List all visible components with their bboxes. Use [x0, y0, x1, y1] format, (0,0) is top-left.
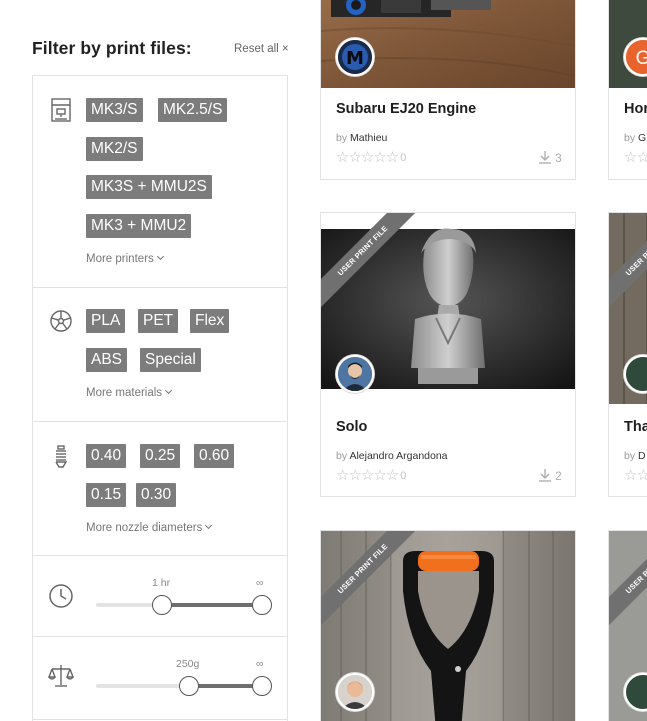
author-link[interactable]: D [638, 450, 646, 462]
time-min-label: 1 hr [152, 577, 171, 589]
svg-text:M: M [346, 48, 364, 69]
more-materials-link[interactable]: More materials [86, 386, 173, 399]
author-link[interactable]: G [638, 132, 646, 144]
printer-tag[interactable]: MK3S + MMU2S [86, 175, 212, 199]
svg-text:G: G [636, 48, 647, 69]
rating-stars[interactable]: ☆☆ [624, 148, 647, 166]
nozzle-tag[interactable]: 0.25 [140, 444, 181, 468]
clock-icon [49, 584, 73, 608]
weight-max-label: ∞ [256, 658, 264, 670]
nozzle-tag[interactable]: 0.30 [136, 483, 177, 507]
more-printers-label: More printers [86, 253, 154, 265]
author-avatar-image: G [626, 40, 647, 74]
avatar[interactable]: M [336, 38, 374, 76]
model-title[interactable]: Tha [624, 419, 647, 435]
slider-max-handle[interactable] [252, 595, 272, 615]
model-card-partial[interactable]: USER PRINT FILE [608, 530, 647, 721]
filament-spool-icon [50, 310, 72, 332]
by-label: by [336, 450, 348, 462]
rating-stars[interactable]: ☆☆☆☆☆ 0 [336, 148, 406, 166]
author-avatar-image: M [338, 40, 372, 74]
slider-min-handle[interactable] [152, 595, 173, 615]
print-time-slider[interactable] [96, 595, 272, 615]
model-card-partial[interactable]: G Hor by G ☆☆ [608, 0, 647, 180]
model-author: by G [624, 132, 646, 144]
author-link[interactable]: Mathieu [350, 132, 387, 144]
chevron-down-icon [156, 252, 164, 261]
model-title[interactable]: Solo [336, 419, 367, 435]
rating-count: 0 [400, 470, 407, 482]
more-materials-label: More materials [86, 387, 163, 399]
printer-tag[interactable]: MK3 + MMU2 [86, 214, 192, 238]
nozzle-icon [55, 445, 68, 468]
weight-slider[interactable] [96, 676, 272, 696]
printer-tag[interactable]: MK2.5/S [158, 98, 228, 122]
slider-max-handle[interactable] [252, 676, 272, 696]
model-author: by Mathieu [336, 132, 387, 144]
slider-min-handle[interactable] [178, 676, 199, 696]
print-time-filter-section: 1 hr ∞ [33, 556, 287, 637]
download-count-value: 3 [555, 153, 562, 165]
by-label: by [624, 450, 636, 462]
printer-tag[interactable]: MK2/S [86, 137, 143, 161]
printer-tag[interactable]: MK3/S [86, 98, 143, 122]
more-printers-link[interactable]: More printers [86, 252, 164, 265]
avatar[interactable] [336, 355, 374, 393]
scale-icon [48, 665, 74, 687]
material-tag[interactable]: Flex [190, 309, 230, 333]
nozzle-tag[interactable]: 0.40 [86, 444, 127, 468]
material-tag[interactable]: ABS [86, 348, 128, 372]
printer-icon [51, 98, 71, 122]
model-card[interactable]: USER PRINT FILE [320, 530, 576, 721]
by-label: by [624, 132, 636, 144]
close-icon: × [281, 43, 289, 55]
download-count-value: 2 [555, 471, 562, 483]
model-card[interactable]: M Subaru EJ20 Engine by Mathieu ☆☆☆☆☆ 0 3 [320, 0, 576, 180]
material-filter-section: PLA PET Flex ABS Special More materials [33, 288, 287, 422]
chevron-down-icon [165, 386, 173, 395]
star-icon: ☆☆☆☆☆ [336, 467, 399, 484]
weight-filter-section: 250g ∞ [33, 637, 287, 720]
more-nozzles-label: More nozzle diameters [86, 522, 203, 534]
avatar[interactable] [336, 673, 374, 711]
material-tag[interactable]: PET [138, 309, 179, 333]
more-nozzles-link[interactable]: More nozzle diameters [86, 521, 213, 534]
download-count: 3 [538, 150, 562, 165]
download-icon [539, 151, 551, 164]
time-max-label: ∞ [256, 577, 264, 589]
author-link[interactable]: Alejandro Argandona [349, 450, 447, 462]
material-tag[interactable]: Special [140, 348, 201, 372]
rating-stars[interactable]: ☆☆ [624, 466, 647, 484]
printer-filter-section: MK3/S MK2.5/S MK2/S MK3S + MMU2S MK3 + M… [33, 76, 287, 288]
user-print-file-ribbon: USER PRINT FILE [609, 531, 647, 633]
nozzle-tag[interactable]: 0.60 [194, 444, 235, 468]
nozzle-tag[interactable]: 0.15 [86, 483, 127, 507]
star-icon: ☆☆☆☆☆ [336, 149, 399, 166]
weight-min-label: 250g [176, 658, 200, 670]
download-icon [539, 469, 551, 482]
rating-count: 0 [400, 152, 407, 164]
filter-panel: MK3/S MK2.5/S MK2/S MK3S + MMU2S MK3 + M… [32, 75, 288, 721]
slider-range-fill [162, 603, 262, 607]
model-title[interactable]: Hor [624, 101, 647, 117]
material-tag[interactable]: PLA [86, 309, 126, 333]
download-count: 2 [538, 468, 562, 483]
author-avatar-image [338, 357, 372, 391]
filter-title: Filter by print files: [32, 38, 192, 58]
model-title[interactable]: Subaru EJ20 Engine [336, 101, 476, 117]
model-author: by D [624, 450, 646, 462]
reset-all-button[interactable]: Reset all × [234, 43, 289, 55]
rating-stars[interactable]: ☆☆☆☆☆ 0 [336, 466, 406, 484]
chevron-down-icon [205, 521, 213, 530]
by-label: by [336, 132, 348, 144]
model-card[interactable]: USER PRINT FILE Solo by Alejandro Argand… [320, 212, 576, 497]
nozzle-filter-section: 0.40 0.25 0.60 0.15 0.30 More nozzle dia… [33, 422, 287, 556]
model-author: by Alejandro Argandona [336, 450, 448, 462]
author-avatar-image [338, 675, 372, 709]
reset-all-label: Reset all [234, 43, 279, 55]
model-card-partial[interactable]: USER PRINT FILE Tha by D ☆☆ [608, 212, 647, 497]
